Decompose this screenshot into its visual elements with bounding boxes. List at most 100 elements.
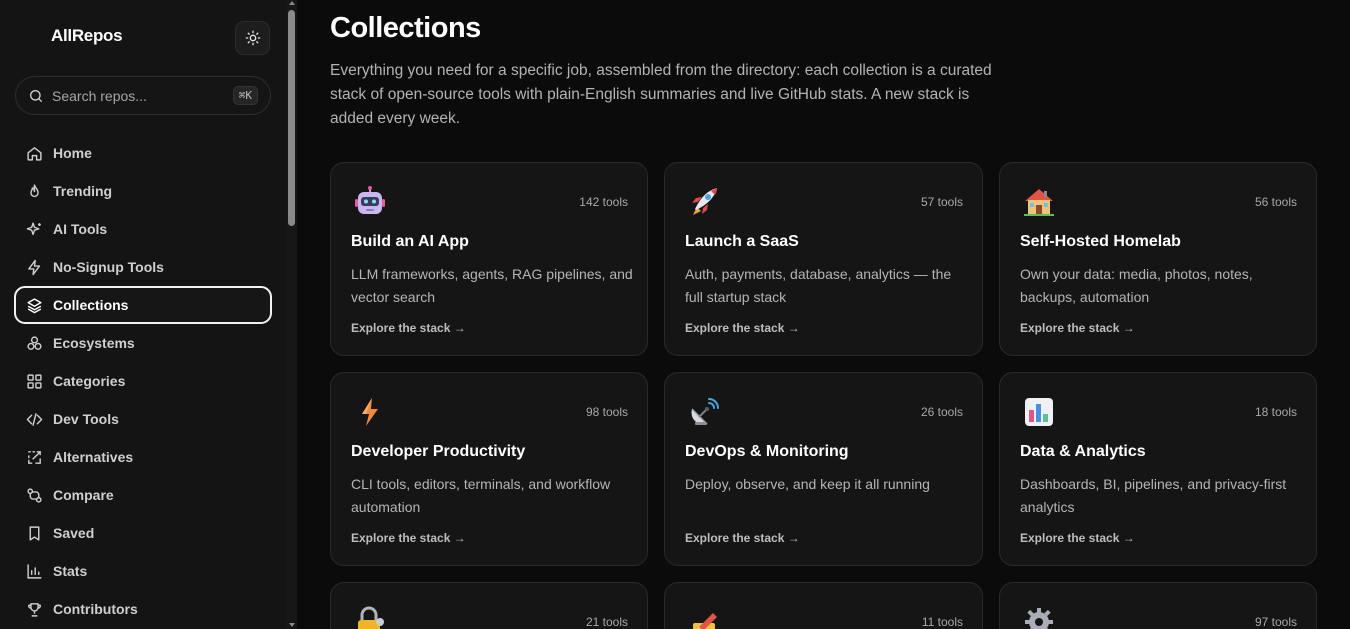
robot-icon [353,185,387,219]
card-description: Dashboards, BI, pipelines, and privacy-f… [1020,476,1287,515]
layers-icon [26,297,43,314]
sidebar-nav: Home Trending AI Tools No-Signup Tools C… [14,134,272,628]
card-title: Developer Productivity [351,443,526,460]
collections-grid: 142 tools Build an AI App LLM frameworks… [330,162,1318,629]
sidebar-item-label: Stats [53,563,88,579]
card-description: Deploy, observe, and keep it all running [685,476,930,492]
collection-card[interactable]: 142 tools Build an AI App LLM frameworks… [330,162,648,356]
lock-icon [353,605,387,629]
search-placeholder: Search repos... [52,87,147,104]
card-description: LLM frameworks, agents, RAG pipelines, a… [351,266,633,305]
collection-card[interactable]: 98 tools Developer Productivity CLI tool… [330,372,648,566]
card-description: Own your data: media, photos, notes, bac… [1020,266,1253,305]
scroll-down-arrow[interactable] [289,623,295,627]
rocket-icon [687,185,721,219]
brand-logo[interactable]: AllRepos [51,26,123,46]
explore-stack-link[interactable]: Explore the stack → [685,531,800,545]
main-content: Collections Everything you need for a sp… [297,0,1350,629]
sidebar-item-saved[interactable]: Saved [14,514,272,552]
scroll-up-arrow[interactable] [289,1,295,5]
sidebar: AllRepos Search repos... ⌘K Home Trendin… [0,0,286,629]
pencil-icon [687,605,721,629]
sidebar-item-ai-tools[interactable]: AI Tools [14,210,272,248]
sidebar-item-ecosystems[interactable]: Ecosystems [14,324,272,362]
sidebar-item-label: No-Signup Tools [53,259,164,275]
collection-card[interactable]: 97 tools [999,582,1317,629]
trophy-icon [26,601,43,618]
card-title: Build an AI App [351,233,469,250]
tool-count: 56 tools [1254,195,1297,209]
explore-stack-link[interactable]: Explore the stack → [685,321,800,335]
sun-icon [245,30,260,46]
sidebar-item-label: Collections [53,297,129,313]
card-title: Self-Hosted Homelab [1020,233,1181,250]
gear-icon [1022,605,1056,629]
home-icon [26,145,43,162]
sidebar-item-dev-tools[interactable]: Dev Tools [14,400,272,438]
sidebar-item-label: Contributors [53,601,138,617]
collection-card[interactable]: 57 tools Launch a SaaS Auth, payments, d… [664,162,983,356]
collection-card[interactable]: 11 tools [664,582,983,629]
chart-icon [1022,395,1056,429]
tool-count: 26 tools [920,405,963,419]
collection-card[interactable]: 26 tools DevOps & Monitoring Deploy, obs… [664,372,983,566]
house-icon [1022,185,1056,219]
scrollbar-thumb[interactable] [288,10,295,226]
card-title: Launch a SaaS [685,233,799,250]
code-icon [26,411,43,428]
collection-card[interactable]: 56 tools Self-Hosted Homelab Own your da… [999,162,1317,356]
sidebar-item-label: Ecosystems [53,335,135,351]
explore-stack-link[interactable]: Explore the stack → [351,321,466,335]
collection-card[interactable]: 21 tools [330,582,648,629]
tool-count: 18 tools [1254,405,1297,419]
card-description: Auth, payments, database, analytics — th… [685,266,952,305]
lightning-icon [353,395,387,429]
theme-toggle-button[interactable] [235,21,270,55]
tool-count: 11 tools [921,615,963,629]
explore-stack-link[interactable]: Explore the stack → [351,531,466,545]
sidebar-item-stats[interactable]: Stats [14,552,272,590]
search-shortcut-badge: ⌘K [232,86,258,105]
bar-chart-icon [26,563,43,580]
bookmark-icon [26,525,43,542]
collection-card[interactable]: 18 tools Data & Analytics Dashboards, BI… [999,372,1317,566]
sparkles-icon [26,221,43,238]
sidebar-item-alternatives[interactable]: Alternatives [14,438,272,476]
sidebar-item-compare[interactable]: Compare [14,476,272,514]
sidebar-item-label: Home [53,145,92,161]
card-title: Data & Analytics [1020,443,1146,460]
sidebar-item-no-signup-tools[interactable]: No-Signup Tools [14,248,272,286]
zap-icon [26,259,43,276]
sidebar-item-label: Categories [53,373,126,389]
explore-stack-link[interactable]: Explore the stack → [1020,321,1135,335]
sidebar-item-label: AI Tools [53,221,108,237]
ecosystem-icon [26,335,43,352]
tool-count: 21 tools [585,615,628,629]
sidebar-item-label: Compare [53,487,114,503]
explore-stack-link[interactable]: Explore the stack → [1020,531,1135,545]
sidebar-item-label: Trending [53,183,113,199]
search-icon [28,88,44,104]
sidebar-item-home[interactable]: Home [14,134,272,172]
grid-icon [26,373,43,390]
page-title: Collections [330,12,481,44]
card-title: DevOps & Monitoring [685,443,849,460]
card-description: CLI tools, editors, terminals, and workf… [351,476,611,515]
tool-count: 57 tools [920,195,963,209]
search-input[interactable]: Search repos... ⌘K [15,76,271,115]
sidebar-item-contributors[interactable]: Contributors [14,590,272,628]
sidebar-item-label: Dev Tools [53,411,119,427]
sidebar-item-collections[interactable]: Collections [14,286,272,324]
tool-count: 97 tools [1254,615,1297,629]
tool-count: 142 tools [579,195,628,209]
sidebar-scrollbar[interactable] [286,0,297,629]
page-description: Everything you need for a specific job, … [330,62,992,127]
sidebar-item-label: Saved [53,525,95,541]
tool-count: 98 tools [585,405,628,419]
sidebar-item-categories[interactable]: Categories [14,362,272,400]
satellite-icon [687,395,721,429]
sidebar-item-trending[interactable]: Trending [14,172,272,210]
compare-icon [26,487,43,504]
alternatives-icon [26,449,43,466]
flame-icon [26,183,43,200]
